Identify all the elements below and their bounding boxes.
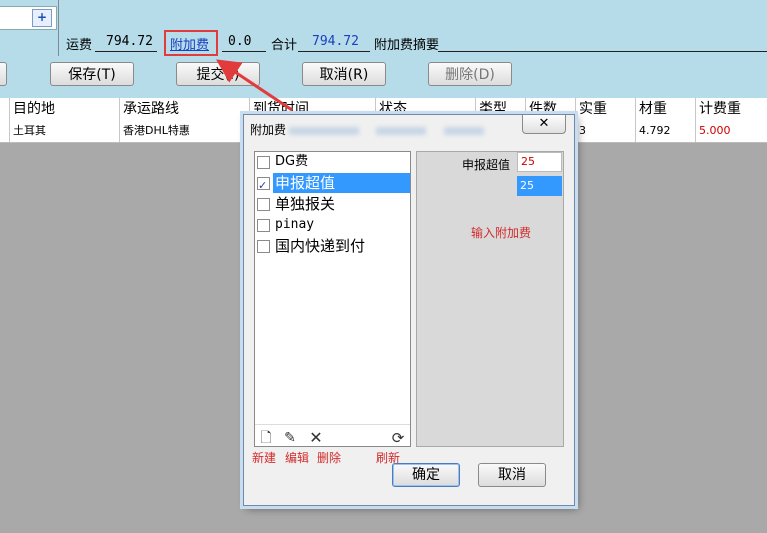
edit-icon[interactable]: ✎ xyxy=(282,430,298,446)
cell-volume-weight: 4.792 xyxy=(635,120,695,142)
surcharge-dialog: 附加费 ✕ DG费 ✓ 申报超值 单独报关 pinay 国内快递到付 🗋 ✎ ✕… xyxy=(243,114,575,506)
surcharge-detail-panel: 申报超值 25 25 输入附加费 xyxy=(416,151,564,447)
list-divider xyxy=(255,424,410,425)
delete-icon[interactable]: ✕ xyxy=(308,430,324,446)
highlight-box xyxy=(164,30,218,56)
surcharge-amount-input[interactable]: 25 xyxy=(517,152,562,172)
surcharge-summary-field[interactable] xyxy=(438,51,767,52)
cancel-button[interactable]: 取消(R) xyxy=(302,62,386,86)
checkbox[interactable] xyxy=(257,219,270,232)
freight-underline xyxy=(95,51,157,52)
ok-button[interactable]: 确定 xyxy=(392,463,460,487)
panel-divider xyxy=(58,0,59,56)
freight-value: 794.72 xyxy=(106,34,153,49)
close-button[interactable]: ✕ xyxy=(522,115,566,134)
checkmark-icon: ✓ xyxy=(258,179,268,192)
checkbox-checked[interactable]: ✓ xyxy=(257,177,270,192)
list-item-selected[interactable]: ✓ 申报超值 xyxy=(255,173,410,193)
blurred-title-text xyxy=(444,127,484,135)
list-item[interactable]: pinay xyxy=(255,215,410,235)
surcharge-list: DG费 ✓ 申报超值 单独报关 pinay 国内快递到付 🗋 ✎ ✕ ⟳ xyxy=(254,151,411,447)
col-route[interactable]: 承运路线 xyxy=(119,98,249,120)
total-underline xyxy=(298,51,370,52)
new-document-icon[interactable]: 🗋 xyxy=(258,430,274,446)
delete-label: 删除 xyxy=(317,451,342,465)
cell-charge-weight: 5.000 xyxy=(695,120,767,142)
expand-button[interactable]: + xyxy=(32,9,52,27)
blurred-title-text xyxy=(376,127,426,135)
new-label: 新建 xyxy=(252,451,277,465)
toolbar-partial-button[interactable] xyxy=(0,62,7,86)
submit-button[interactable]: 提交(I) xyxy=(176,62,260,86)
field-label: 申报超值 xyxy=(462,158,511,172)
cell-pieces: 3 xyxy=(575,120,635,142)
col-volume-weight[interactable]: 材重 xyxy=(635,98,695,120)
surcharge-underline xyxy=(222,51,266,52)
hint-text: 输入附加费 xyxy=(471,226,532,240)
delete-button[interactable]: 删除(D) xyxy=(428,62,512,86)
refresh-icon[interactable]: ⟳ xyxy=(390,430,406,446)
checkbox[interactable] xyxy=(257,240,270,253)
edit-label: 编辑 xyxy=(285,451,310,465)
dialog-title: 附加费 xyxy=(250,123,287,137)
blurred-title-text xyxy=(289,127,359,135)
col-charge-weight[interactable]: 计费重 xyxy=(695,98,767,120)
list-item[interactable]: DG费 xyxy=(255,152,410,172)
list-item[interactable]: 单独报关 xyxy=(255,194,410,214)
save-button[interactable]: 保存(T) xyxy=(50,62,134,86)
surcharge-summary-label: 附加费摘要 xyxy=(374,38,440,53)
total-label: 合计 xyxy=(271,38,298,53)
cell-destination: 土耳其 xyxy=(9,120,119,142)
dialog-cancel-button[interactable]: 取消 xyxy=(478,463,546,487)
freight-label: 运费 xyxy=(66,38,93,53)
col-actual-weight[interactable]: 实重 xyxy=(575,98,635,120)
col-destination[interactable]: 目的地 xyxy=(9,98,119,120)
total-value: 794.72 xyxy=(312,34,359,49)
checkbox[interactable] xyxy=(257,156,270,169)
surcharge-option-selected[interactable]: 25 xyxy=(517,176,562,196)
checkbox[interactable] xyxy=(257,198,270,211)
list-item[interactable]: 国内快递到付 xyxy=(255,236,410,256)
cell-route: 香港DHL特惠 xyxy=(119,120,249,142)
surcharge-value: 0.0 xyxy=(228,34,252,49)
